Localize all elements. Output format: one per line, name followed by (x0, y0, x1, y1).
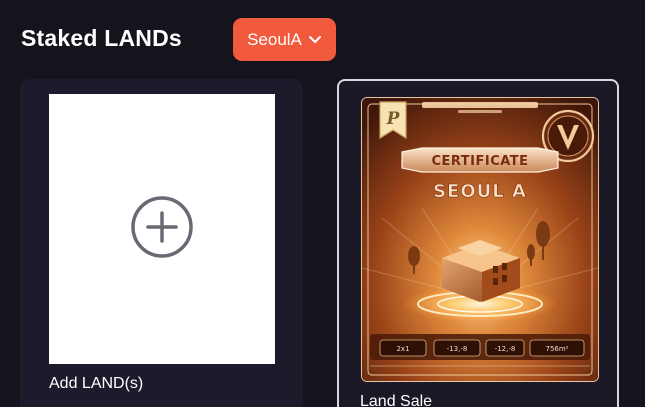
land-certificate-image: P CERTIFICATE SEOUL A 2x1 -13,-8 -12,-8 … (361, 97, 599, 382)
certificate-city: SEOUL A (433, 181, 527, 202)
stat-value: -13,-8 (447, 345, 468, 353)
land-card-label: Land Sale (360, 393, 433, 407)
chevron-down-icon (308, 35, 322, 45)
svg-text:P: P (386, 109, 401, 129)
city-dropdown[interactable]: SeoulA (233, 18, 336, 61)
page-title: Staked LANDs (21, 25, 182, 51)
stat-value: 756m² (546, 345, 569, 353)
stat-chip: -12,-8 (485, 339, 525, 357)
stat-chip: -13,-8 (433, 339, 481, 357)
add-land-button[interactable] (49, 94, 275, 364)
stat-chip: 2x1 (379, 339, 427, 357)
staked-lands-page: Staked LANDs SeoulA Add LAND(s) P CERTIF… (0, 0, 645, 407)
city-dropdown-label: SeoulA (247, 29, 302, 49)
stat-value: -12,-8 (495, 345, 516, 353)
stat-value: 2x1 (396, 345, 409, 353)
add-land-card: Add LAND(s) (20, 79, 303, 407)
certificate-heading: CERTIFICATE (431, 154, 528, 169)
add-land-label: Add LAND(s) (49, 375, 144, 392)
stat-chip: 756m² (529, 339, 585, 357)
land-card[interactable]: P CERTIFICATE SEOUL A 2x1 -13,-8 -12,-8 … (337, 79, 619, 407)
plus-circle-icon (130, 195, 194, 264)
